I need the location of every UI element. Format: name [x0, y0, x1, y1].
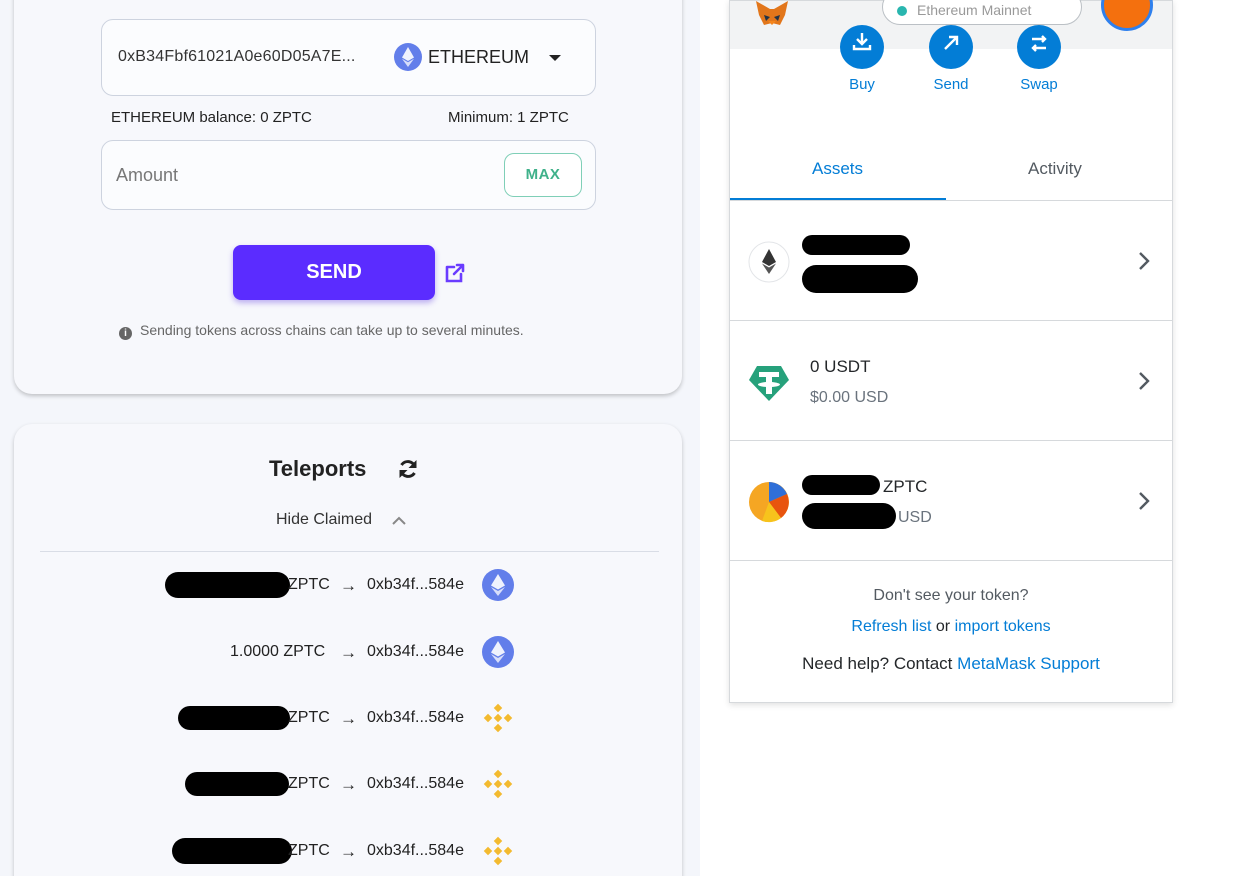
- redacted-value: [802, 503, 896, 529]
- send-label: Send: [933, 76, 969, 93]
- redacted-amount: [165, 572, 290, 598]
- buy-label: Buy: [849, 76, 875, 93]
- info-text: Sending tokens across chains can take up…: [140, 322, 524, 338]
- arrow-right-icon: →: [340, 775, 357, 794]
- teleport-address: 0xb34f...584e: [367, 709, 464, 726]
- download-icon: [852, 33, 872, 51]
- redacted-value: [802, 265, 918, 293]
- network-status-dot: [897, 6, 907, 16]
- teleport-amount: ZPTC: [288, 576, 330, 593]
- ethereum-icon: [482, 569, 514, 601]
- ethereum-icon: [394, 43, 422, 71]
- swap-icon: [1031, 35, 1047, 52]
- metamask-popup: Ethereum Mainnet Buy Send Swap Assets Ac…: [729, 0, 1173, 703]
- redacted-amount: [178, 706, 290, 730]
- teleport-row[interactable]: ZPTC → 0xb34f...584e: [0, 834, 700, 868]
- chevron-right-icon: [1139, 372, 1150, 390]
- amount-placeholder: Amount: [116, 165, 179, 185]
- ethereum-icon: [748, 241, 790, 283]
- teleport-row[interactable]: ZPTC → 0xb34f...584e: [0, 568, 700, 602]
- send-button[interactable]: SEND: [233, 245, 435, 300]
- divider: [40, 551, 659, 552]
- chain-balance: ETHEREUM balance: 0 ZPTC: [111, 109, 312, 126]
- redacted-amount: [172, 838, 292, 864]
- chevron-right-icon: [1139, 492, 1150, 510]
- amount-field[interactable]: Amount MAX: [101, 140, 596, 210]
- redacted-balance: [802, 235, 910, 255]
- caret-down-icon: [549, 55, 561, 61]
- chevron-right-icon: [1139, 252, 1150, 270]
- asset-balance: ZPTC: [883, 477, 928, 496]
- teleport-amount: ZPTC: [288, 842, 330, 859]
- redacted-balance: [802, 475, 880, 495]
- arrow-right-icon: →: [340, 576, 357, 595]
- chevron-up-icon[interactable]: [391, 513, 407, 527]
- teleport-amount: ZPTC: [288, 709, 330, 726]
- teleport-address: 0xb34f...584e: [367, 775, 464, 792]
- chain-select[interactable]: 0xB34Fbf61021A0e60D05A7E... ETHEREUM: [101, 19, 596, 96]
- teleport-address: 0xb34f...584e: [367, 576, 464, 593]
- arrow-right-icon: →: [340, 842, 357, 861]
- swap-circle: [1017, 25, 1061, 69]
- help-text: Need help? Contact: [802, 654, 953, 673]
- asset-row-eth[interactable]: [730, 201, 1172, 321]
- teleport-amount: 1.0000 ZPTC: [230, 643, 326, 660]
- tab-activity[interactable]: Activity: [1028, 159, 1082, 179]
- external-link-icon[interactable]: [444, 262, 466, 284]
- teleport-row[interactable]: ZPTC → 0xb34f...584e: [0, 767, 700, 801]
- bnb-icon: [483, 703, 513, 733]
- tether-icon: [749, 366, 789, 401]
- teleport-amount: ZPTC: [288, 775, 330, 792]
- help-line: Need help? Contact MetaMask Support: [730, 654, 1172, 674]
- bnb-icon: [483, 836, 513, 866]
- chain-select-label: ETHEREUM: [428, 47, 530, 67]
- send-circle: [929, 25, 973, 69]
- arrow-right-icon: →: [340, 709, 357, 728]
- max-button[interactable]: MAX: [504, 153, 582, 197]
- account-avatar[interactable]: [1101, 0, 1153, 31]
- arrow-right-icon: →: [340, 643, 357, 662]
- teleports-title: Teleports: [269, 456, 367, 481]
- swap-label: Swap: [1020, 76, 1058, 93]
- zptc-token-icon: [749, 482, 789, 523]
- arrow-up-right-icon: [944, 35, 959, 50]
- network-selector[interactable]: Ethereum Mainnet: [882, 0, 1082, 25]
- import-tokens-link[interactable]: import tokens: [955, 618, 1051, 635]
- teleport-address: 0xb34f...584e: [367, 643, 464, 660]
- bnb-icon: [483, 769, 513, 799]
- asset-row-usdt[interactable]: 0 USDT $0.00 USD: [730, 321, 1172, 441]
- cross-chain-info: i Sending tokens across chains can take u…: [119, 322, 524, 340]
- metamask-support-link[interactable]: MetaMask Support: [957, 654, 1100, 673]
- asset-fiat-value: USD: [898, 509, 932, 526]
- minimum-amount: Minimum: 1 ZPTC: [448, 109, 569, 126]
- network-label: Ethereum Mainnet: [917, 2, 1032, 18]
- swap-button[interactable]: Swap: [1004, 25, 1074, 93]
- asset-row-zptc[interactable]: ZPTC USD: [730, 441, 1172, 561]
- ethereum-icon: [482, 636, 514, 668]
- buy-circle: [840, 25, 884, 69]
- token-actions: Refresh list or import tokens: [730, 618, 1172, 636]
- send-button-mm[interactable]: Send: [916, 25, 986, 93]
- teleport-row[interactable]: 1.0000 ZPTC → 0xb34f...584e: [0, 635, 700, 669]
- token-missing-question: Don't see your token?: [873, 587, 1029, 604]
- tab-assets[interactable]: Assets: [812, 159, 863, 179]
- hide-claimed-toggle[interactable]: Hide Claimed: [276, 511, 372, 529]
- teleport-address: 0xb34f...584e: [367, 842, 464, 859]
- buy-button[interactable]: Buy: [827, 25, 897, 93]
- asset-fiat-value: $0.00 USD: [810, 389, 889, 406]
- or-text: or: [935, 618, 951, 635]
- info-icon: i: [119, 327, 132, 340]
- redacted-amount: [185, 772, 289, 796]
- asset-balance: 0 USDT: [810, 357, 871, 376]
- metamask-fox-icon: [756, 1, 788, 25]
- teleport-row[interactable]: ZPTC → 0xb34f...584e: [0, 701, 700, 735]
- destination-address: 0xB34Fbf61021A0e60D05A7E...: [118, 48, 356, 65]
- refresh-list-link[interactable]: Refresh list: [851, 618, 931, 635]
- refresh-icon[interactable]: [396, 457, 420, 481]
